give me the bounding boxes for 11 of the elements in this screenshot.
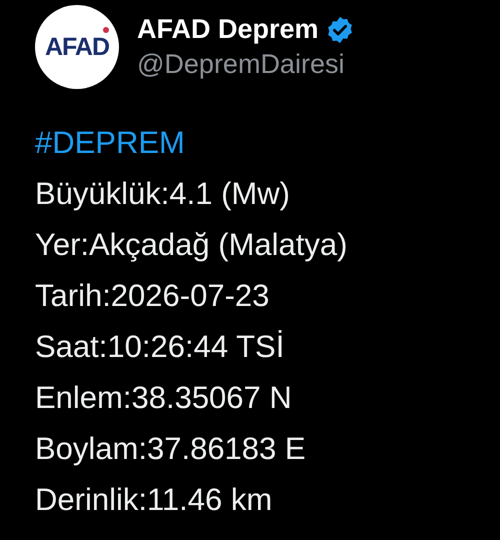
tweet-text-line: Boylam:37.86183 E [35, 430, 306, 468]
tweet-text-line: Derinlik:11.46 km [35, 481, 272, 519]
account-handle[interactable]: @DepremDairesi [137, 49, 344, 80]
tweet-text-line: Enlem:38.35067 N [35, 379, 292, 417]
hashtag-link[interactable]: #DEPREM [35, 117, 185, 168]
tweet-text-line: Tarih:2026-07-23 [35, 277, 270, 315]
tweet-text-line: Büyüklük:4.1 (Mw) [35, 175, 290, 213]
avatar-logo[interactable]: AFAD [35, 5, 119, 89]
tweet-text-line: Saat:10:26:44 TSİ [35, 328, 284, 366]
tweet-text-line: Yer:Akçadağ (Malatya) [35, 226, 348, 264]
account-name[interactable]: AFAD Deprem [137, 14, 319, 45]
